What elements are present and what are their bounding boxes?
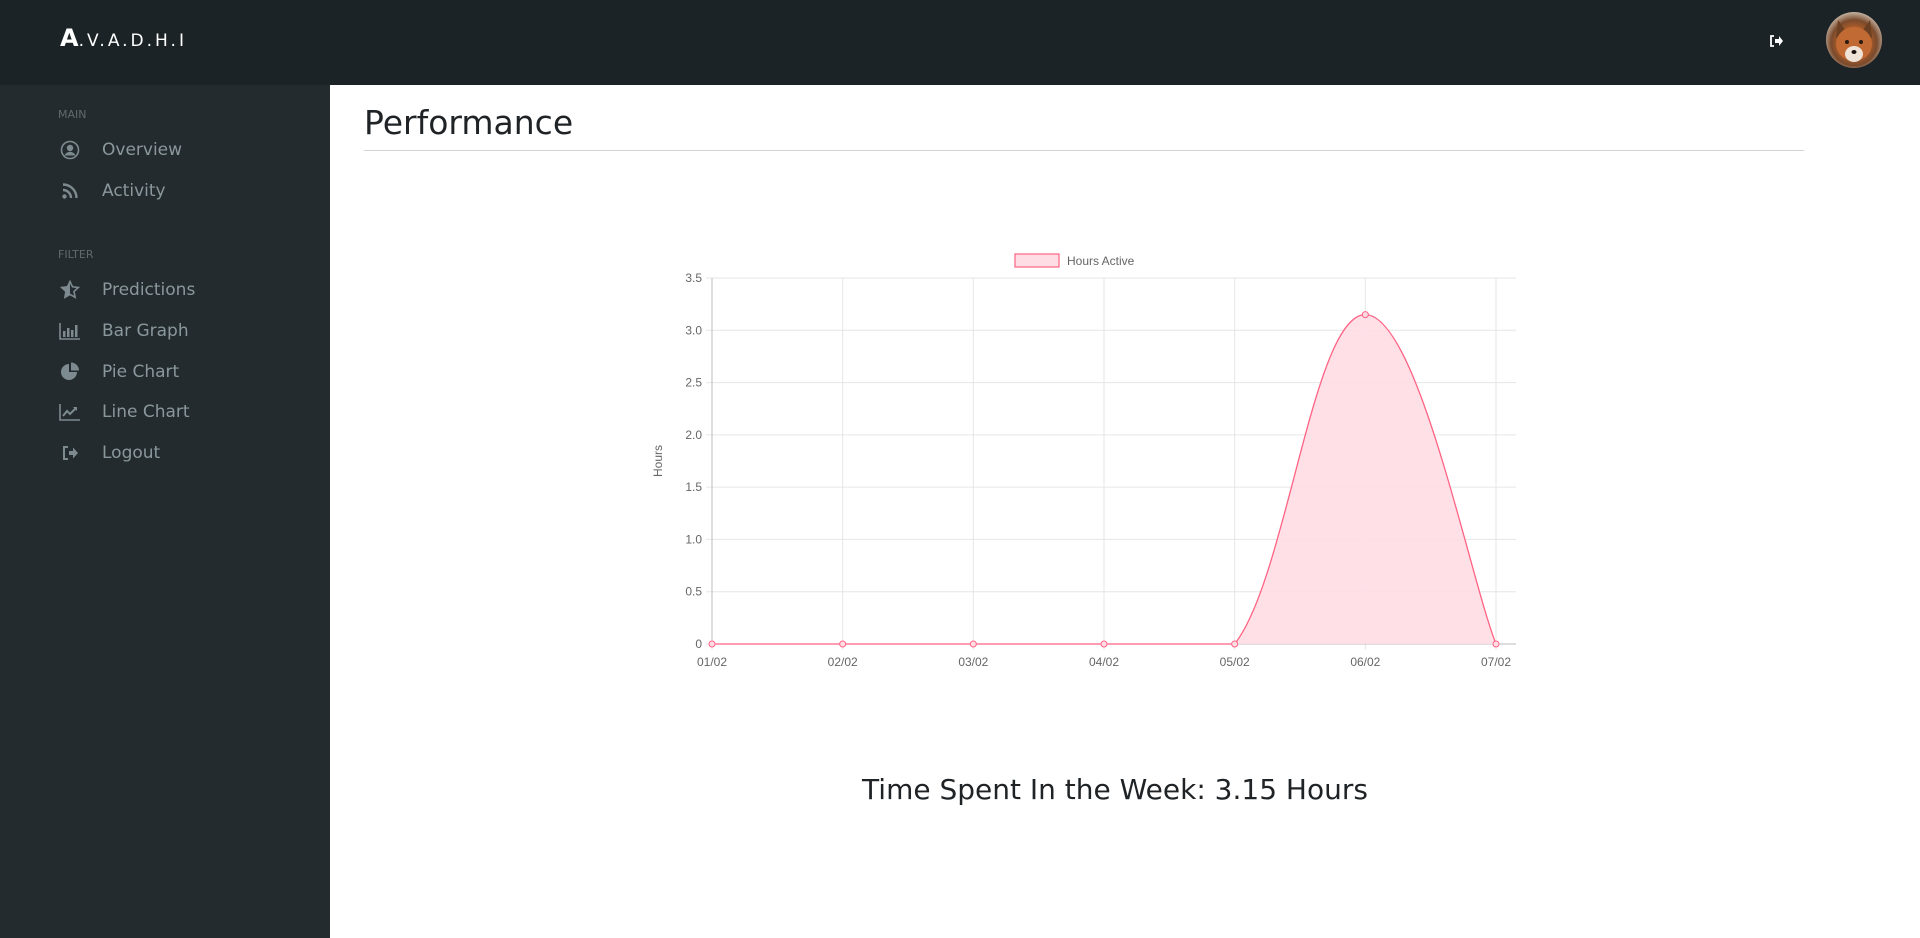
sidebar-item-label: Bar Graph [102,321,189,341]
sidebar-item-label: Pie Chart [102,362,180,382]
weekly-summary: Time Spent In the Week: 3.15 Hours [862,773,1368,806]
bar-chart-icon [58,320,82,342]
main-content: Performance Time Spent In the Week: 3.15… [330,85,1920,938]
top-bar: A.V.A.D.H.I [0,0,1920,85]
sidebar-item-pie-chart[interactable]: Pie Chart [58,358,308,386]
sidebar-item-label: Activity [102,181,166,201]
brand-initial: A [60,24,79,52]
rss-icon [58,180,82,202]
sidebar: MAIN Overview Activity FILTER Prediction… [0,85,330,938]
section-label-filter: FILTER [58,248,94,261]
pie-chart-icon [58,361,82,383]
sidebar-item-label: Overview [102,140,183,160]
sidebar-item-label: Line Chart [102,402,190,422]
section-label-main: MAIN [58,108,87,121]
sign-out-icon[interactable] [1768,33,1784,49]
sidebar-item-predictions[interactable]: Predictions [58,276,308,304]
sidebar-item-activity[interactable]: Activity [58,177,308,205]
sidebar-item-logout[interactable]: Logout [58,439,308,467]
sidebar-item-label: Predictions [102,280,196,300]
sidebar-item-bar-graph[interactable]: Bar Graph [58,317,308,345]
brand-rest: .V.A.D.H.I [78,31,187,51]
sidebar-item-line-chart[interactable]: Line Chart [58,398,308,426]
sidebar-item-label: Logout [102,443,161,463]
line-chart-icon [58,401,82,423]
user-circle-icon [58,139,82,161]
sidebar-item-overview[interactable]: Overview [58,136,308,164]
avatar[interactable] [1826,12,1882,68]
page-title: Performance [364,103,574,142]
title-divider [364,150,1804,151]
sign-out-icon [58,442,82,464]
brand-logo[interactable]: A.V.A.D.H.I [60,24,187,52]
star-half-icon [58,279,82,301]
